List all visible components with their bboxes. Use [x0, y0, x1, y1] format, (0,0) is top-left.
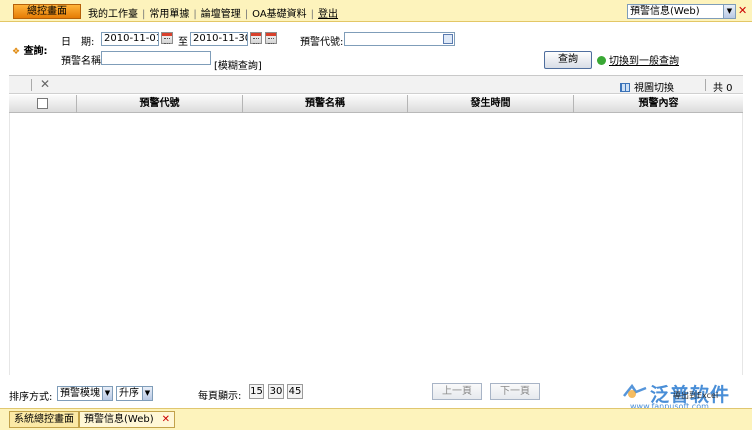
fuzzy-search-hint: [模糊查詢]	[214, 61, 262, 72]
sort-order-value: 升序	[119, 388, 139, 399]
calendar-icon[interactable]	[161, 32, 173, 44]
top-menu-bar: 總控畫面 我的工作臺 | 常用單據 | 論壇管理 | OA基礎資料 | 登出 預警信息(Web)…	[0, 0, 752, 22]
toolbar-divider	[31, 79, 32, 91]
sort-order-select[interactable]: 升序 ▼	[116, 386, 153, 401]
close-icon[interactable]: ✕	[738, 4, 749, 17]
name-label: 預警名稱	[61, 56, 101, 67]
tab-alert-info[interactable]: 預警信息(Web) ✕	[79, 411, 175, 428]
chevron-down-icon: ▼	[102, 387, 112, 400]
page-size-label: 每頁顯示:	[198, 391, 242, 402]
menu-forum-admin[interactable]: 論壇管理	[201, 9, 241, 20]
switch-link-text: 切換到一般查詢	[609, 56, 679, 67]
menu-separator: |	[142, 9, 146, 20]
query-section-label: ❖ 查詢:	[12, 42, 48, 57]
date-label: 日 期:	[61, 37, 95, 48]
query-label-text: 查詢:	[23, 46, 48, 57]
menu-oa-basic-data[interactable]: OA基礎資料	[252, 9, 307, 20]
switch-general-query-link[interactable]: 切換到一般查詢	[597, 52, 679, 67]
grid-toolbar: ✕ 視圖切換 共 0 條	[9, 75, 743, 109]
search-button[interactable]: 查詢	[544, 51, 592, 69]
name-input[interactable]	[101, 51, 211, 65]
close-tab-icon[interactable]: ✕	[162, 414, 170, 425]
module-select-value: 預警信息(Web)	[630, 6, 700, 17]
code-input[interactable]	[344, 32, 455, 46]
toolbar-divider	[705, 79, 706, 91]
tab-bar: 系統總控畫面 預警信息(Web) ✕	[0, 408, 752, 430]
home-button[interactable]: 總控畫面	[13, 4, 81, 19]
column-header-content[interactable]: 預警內容	[574, 95, 743, 113]
tab-alert-info-label: 預警信息(Web)	[84, 414, 154, 425]
grid-view-icon	[620, 83, 630, 92]
column-header-time[interactable]: 發生時間	[408, 95, 574, 113]
tab-system-home[interactable]: 系統總控畫面	[9, 411, 79, 428]
page-size-45[interactable]: 45	[287, 384, 303, 399]
select-all-checkbox[interactable]	[37, 97, 48, 109]
delete-icon[interactable]: ✕	[40, 77, 50, 91]
menu-separator: |	[244, 9, 249, 20]
export-excel-link[interactable]: 導出到Excel	[673, 390, 718, 401]
page-size-15[interactable]: 15	[249, 384, 264, 399]
lookup-icon[interactable]	[443, 34, 453, 44]
code-label: 預警代號:	[300, 37, 344, 48]
logo-mark-icon	[623, 384, 647, 398]
chevron-down-icon: ▼	[142, 387, 152, 400]
sort-field-value: 預警模塊	[60, 388, 100, 399]
view-switch-label: 視圖切換	[634, 83, 674, 94]
menu-separator: |	[310, 9, 315, 20]
view-switch-button[interactable]: 視圖切換	[620, 79, 674, 94]
next-page-button[interactable]: 下一頁	[490, 383, 540, 400]
calendar-clear-icon[interactable]	[265, 32, 277, 44]
menu-common-docs[interactable]: 常用單據	[149, 9, 189, 20]
select-all-cell	[9, 95, 77, 113]
prev-page-button[interactable]: 上一頁	[432, 383, 482, 400]
menu-my-workbench[interactable]: 我的工作臺	[88, 9, 138, 20]
date-separator: 至	[178, 37, 188, 48]
top-menu: 我的工作臺 | 常用單據 | 論壇管理 | OA基礎資料 | 登出	[88, 5, 338, 20]
switch-icon	[597, 56, 606, 65]
diamond-icon: ❖	[12, 47, 21, 57]
sort-label: 排序方式:	[9, 392, 53, 403]
column-header-code[interactable]: 預警代號	[77, 95, 243, 113]
date-to-input[interactable]: 2010-11-30	[190, 32, 248, 46]
column-header-name[interactable]: 預警名稱	[243, 95, 408, 113]
module-select[interactable]: 預警信息(Web) ▼	[627, 4, 736, 19]
logout-link[interactable]: 登出	[318, 9, 338, 20]
grid-header: 預警代號 預警名稱 發生時間 預警內容	[9, 95, 743, 113]
calendar-icon[interactable]	[250, 32, 262, 44]
grid-body	[9, 113, 743, 375]
chevron-down-icon: ▼	[723, 5, 735, 18]
sort-field-select[interactable]: 預警模塊 ▼	[57, 386, 113, 401]
page-size-30[interactable]: 30	[268, 384, 284, 399]
date-from-input[interactable]: 2010-11-01	[101, 32, 159, 46]
menu-separator: |	[193, 9, 197, 20]
